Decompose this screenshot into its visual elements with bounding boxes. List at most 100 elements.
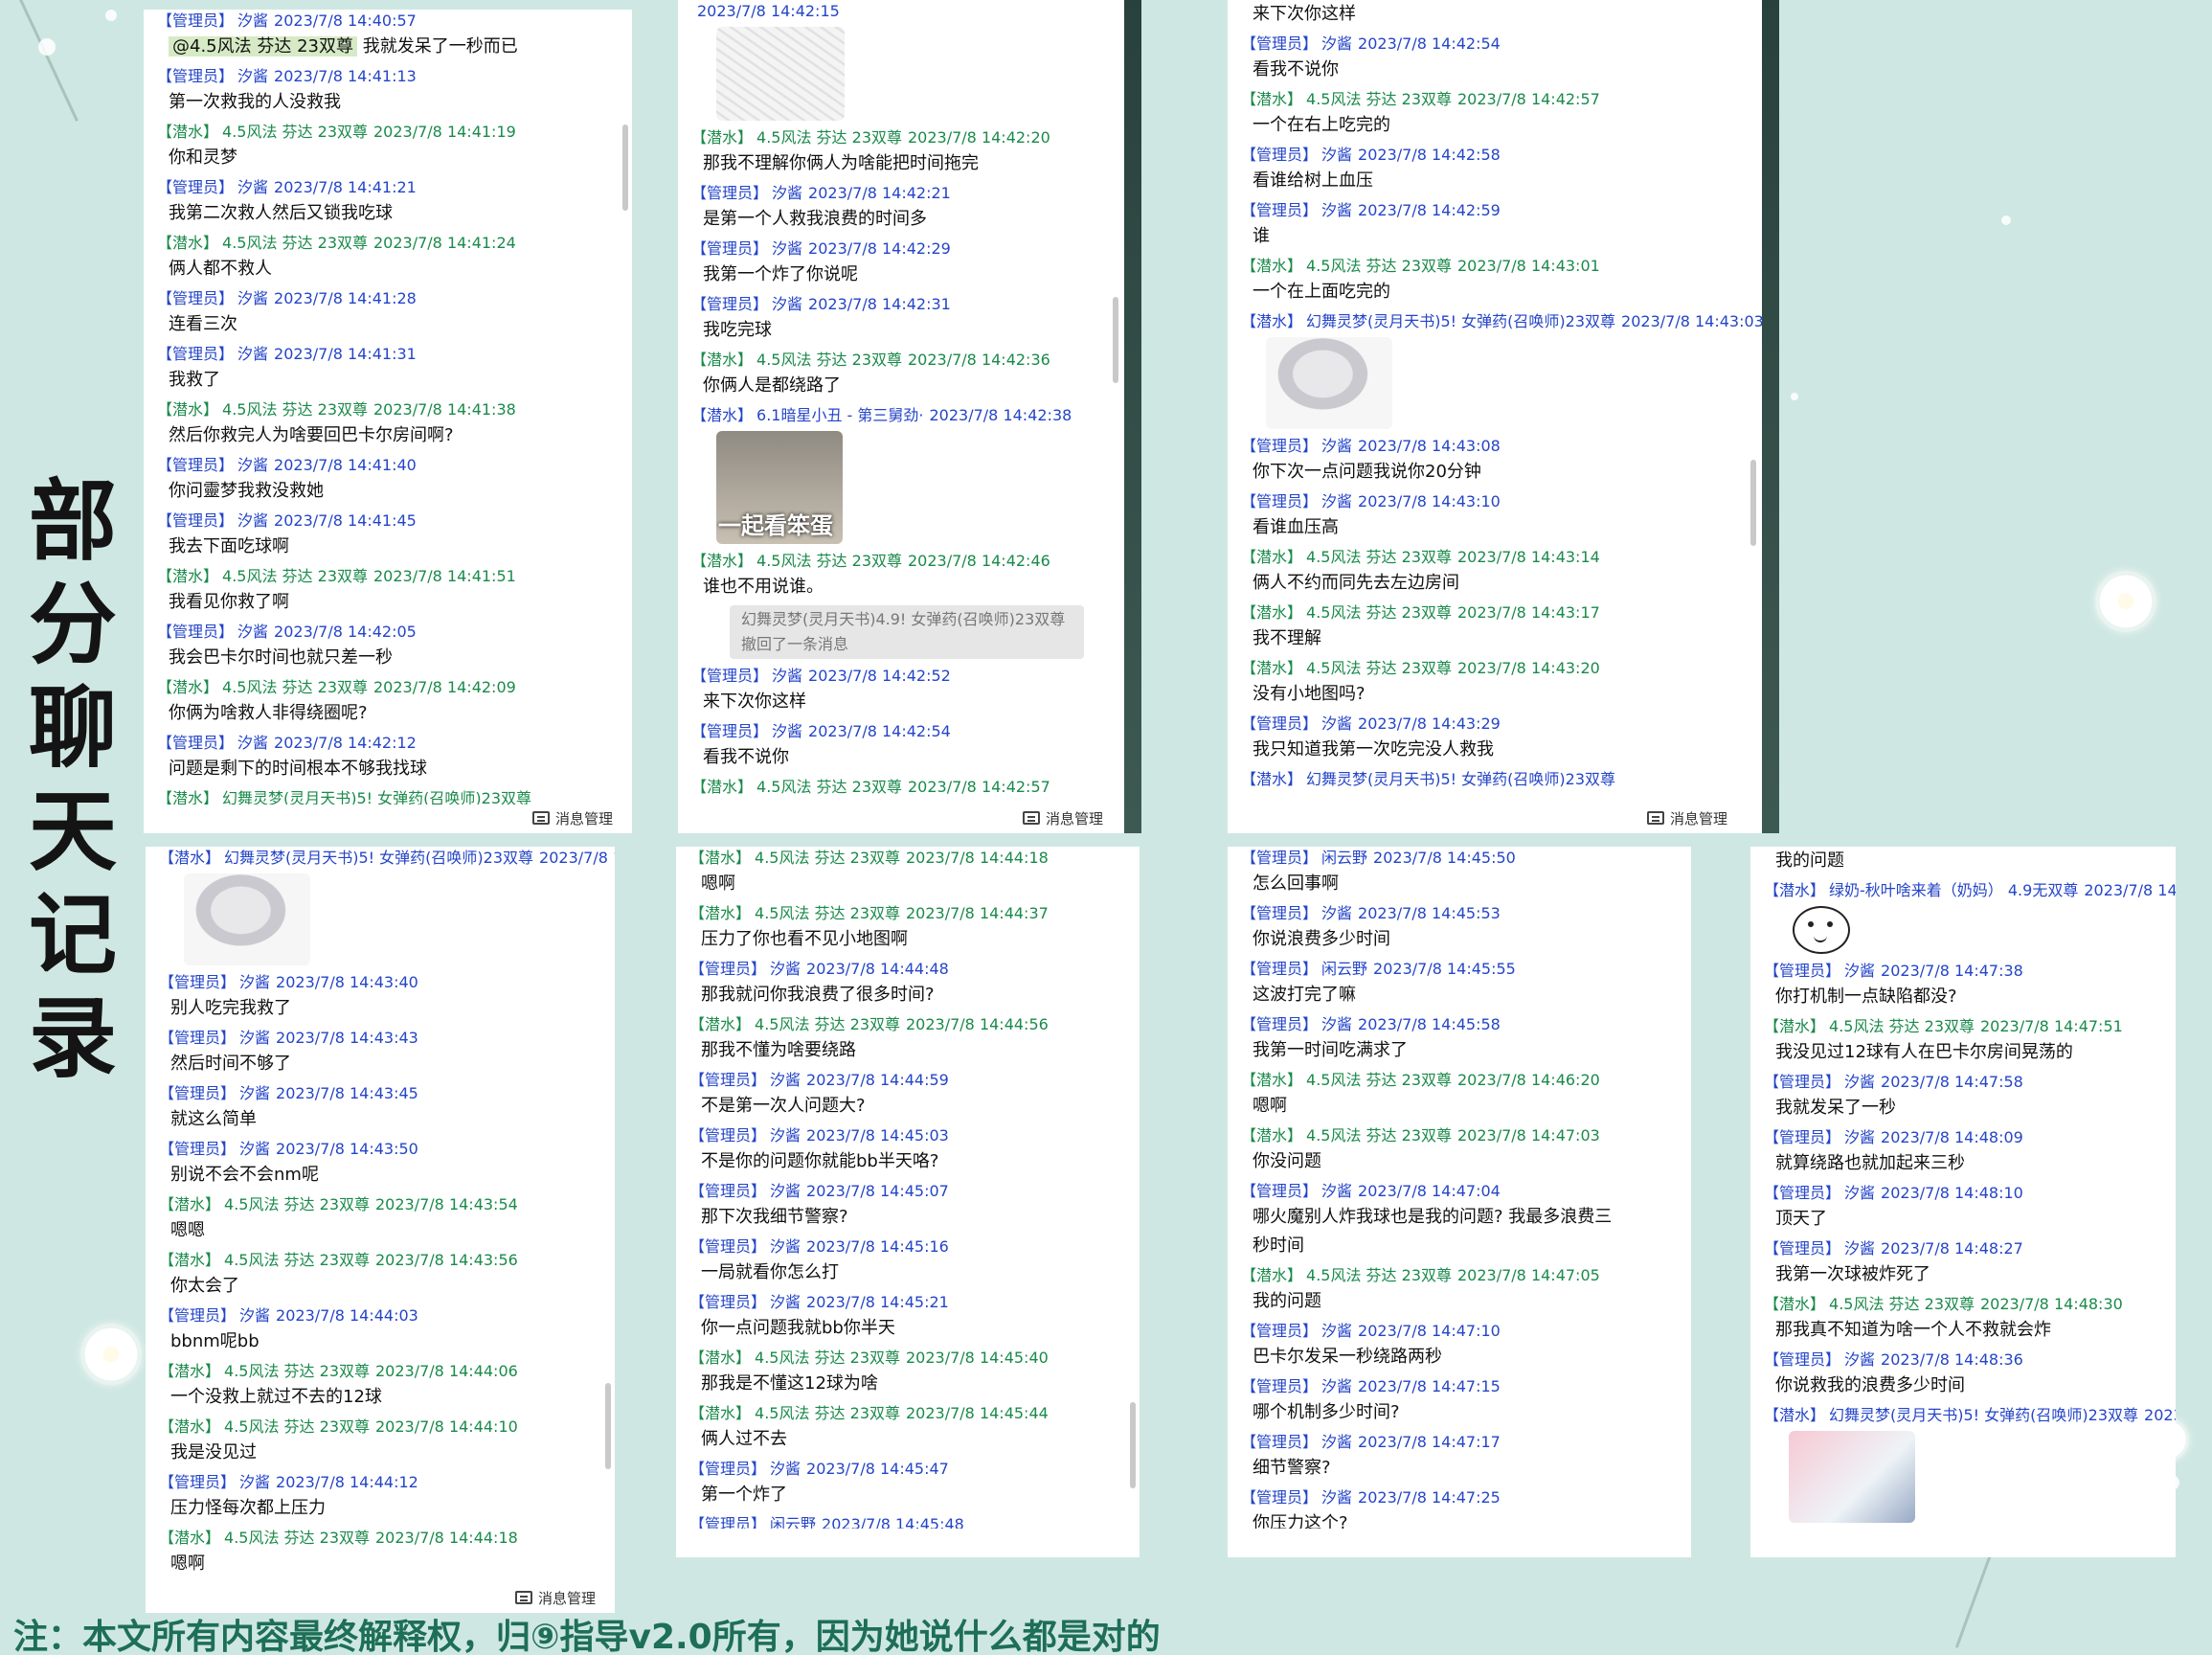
chat-message[interactable]: 【管理员】 汐酱 2023/7/8 14:48:36 你说救我的浪费多少时间 <box>1764 1349 2176 1400</box>
chat-message[interactable]: 【潜水】 4.5风法 芬达 23双尊 2023/7/8 14:44:06 一个没救上就… <box>159 1360 615 1412</box>
chat-message[interactable]: 【潜水】 4.5风法 芬达 23双尊 2023/7/8 14:44:37 压力了你也看… <box>689 902 1140 954</box>
chat-message[interactable]: 【潜水】 4.5风法 芬达 23双尊 2023/7/8 14:44:18 嗯啊 <box>689 847 1140 898</box>
message-manage-button[interactable]: 消息管理 <box>1646 806 1727 829</box>
chat-message[interactable]: 【管理员】 汐酱 2023/7/8 14:41:21 我第二次救人然后又锁我吃球 <box>157 176 632 228</box>
sender-name[interactable]: 汐酱 <box>1844 1239 1875 1258</box>
sender-name[interactable]: 汐酱 <box>1321 1377 1352 1395</box>
chat-message[interactable]: 【潜水】 4.5风法 芬达 23双尊 2023/7/8 14:47:03 你没问题 <box>1241 1124 1691 1176</box>
sender-name[interactable]: 汐酱 <box>1321 1182 1352 1200</box>
chat-message[interactable]: 2023/7/8 14:42:15 <box>691 0 1124 121</box>
chat-message[interactable]: 【管理员】 汐酱 2023/7/8 14:47:58 我就发呆了一秒 <box>1764 1071 2176 1122</box>
chat-message[interactable]: 【管理员】 汐酱 2023/7/8 14:44:48 那我就问你我浪费了很多时间? <box>689 958 1140 1009</box>
sender-name[interactable]: 4.5风法 芬达 23双尊 <box>1306 1071 1452 1089</box>
chat-log[interactable]: 【管理员】 汐酱 2023/7/8 14:40:57 @4.5风法 芬达 23双尊 我… <box>144 10 632 805</box>
sender-name[interactable]: 4.5风法 芬达 23双尊 <box>1306 548 1452 566</box>
chat-message[interactable]: 【管理员】 汐酱 2023/7/8 14:41:28 连看三次 <box>157 287 632 339</box>
sender-name[interactable]: 汐酱 <box>237 178 268 196</box>
sender-name[interactable]: 汐酱 <box>1844 1184 1875 1202</box>
sender-name[interactable]: 汐酱 <box>237 67 268 85</box>
chat-message[interactable]: 【管理员】 汐酱 2023/7/8 14:45:58 我第一时间吃满求了 <box>1241 1013 1691 1065</box>
chat-message[interactable]: 我的问题 <box>1764 847 2176 875</box>
sticker-image[interactable] <box>1789 1431 1915 1523</box>
sender-name[interactable]: 4.5风法 芬达 23双尊 <box>1306 90 1452 108</box>
chat-message[interactable]: 【潜水】 4.5风法 芬达 23双尊 2023/7/8 14:45:40 那我是不懂这… <box>689 1347 1140 1398</box>
sender-name[interactable]: 汐酱 <box>772 667 802 685</box>
sender-name[interactable]: 4.5风法 芬达 23双尊 <box>1306 257 1452 275</box>
chat-message[interactable]: 【管理员】 汐酱 2023/7/8 14:42:29 我第一个炸了你说呢 <box>691 238 1124 289</box>
sticker-image[interactable] <box>184 873 310 965</box>
sender-name[interactable]: 4.5风法 芬达 23双尊 <box>222 400 368 419</box>
chat-message[interactable]: 【管理员】 汐酱 2023/7/8 14:48:10 顶天了 <box>1764 1182 2176 1234</box>
sender-name[interactable]: 汐酱 <box>1321 1322 1352 1340</box>
sender-name[interactable]: 4.5风法 芬达 23双尊 <box>755 904 900 922</box>
chat-panel-4[interactable]: 【潜水】幻舞灵梦(灵月天书)5! 女弹药(召唤师)23双尊2023/7/8 14… <box>146 847 615 1613</box>
sender-name[interactable]: 汐酱 <box>237 623 268 641</box>
message-manage-button[interactable]: 消息管理 <box>531 806 613 829</box>
sender-name[interactable]: 汐酱 <box>239 1473 270 1491</box>
chat-message[interactable]: 【潜水】 4.5风法 芬达 23双尊 2023/7/8 14:44:18 嗯啊 <box>159 1527 615 1578</box>
sender-name[interactable]: 4.5风法 芬达 23双尊 <box>756 552 902 570</box>
sender-name[interactable]: 汐酱 <box>1321 492 1352 510</box>
sender-name[interactable]: 汐酱 <box>770 1460 801 1478</box>
sender-name[interactable]: 汐酱 <box>770 1071 801 1089</box>
chat-message[interactable]: 【潜水】 4.5风法 芬达 23双尊 2023/7/8 14:41:19 你和灵梦 <box>157 121 632 172</box>
chat-message[interactable]: 【管理员】 汐酱 2023/7/8 14:42:21 是第一个人救我浪费的时间多 <box>691 182 1124 234</box>
chat-message[interactable]: 【潜水】 4.5风法 芬达 23双尊 2023/7/8 14:42:46 谁也不用说谁… <box>691 550 1124 659</box>
sender-name[interactable]: 汐酱 <box>770 1237 801 1256</box>
sender-name[interactable]: 幻舞灵梦(灵月天书)5! 女弹药(召唤师)23双尊 <box>1306 312 1615 330</box>
chat-message[interactable]: 【管理员】 汐酱 2023/7/8 14:42:52 来下次你这样 <box>691 665 1124 716</box>
chat-message[interactable]: 【潜水】 4.5风法 芬达 23双尊 2023/7/8 14:43:17 我不理解 <box>1241 601 1762 653</box>
scrollbar[interactable] <box>605 1383 611 1469</box>
sender-name[interactable]: 汐酱 <box>237 11 268 30</box>
sender-name[interactable]: 4.5风法 芬达 23双尊 <box>756 351 902 369</box>
sender-name[interactable]: 汐酱 <box>1321 201 1352 219</box>
sender-name[interactable]: 幻舞灵梦(灵月天书)5! 女弹药(召唤师)23双尊 <box>1306 770 1615 788</box>
chat-message[interactable]: 【潜水】 幻舞灵梦(灵月天书)5! 女弹药(召唤师)23双尊 <box>1241 768 1762 791</box>
chat-message[interactable]: 【管理员】 汐酱 2023/7/8 14:45:21 你一点问题我就bb你半天 <box>689 1291 1140 1343</box>
sender-name[interactable]: 汐酱 <box>1321 146 1352 164</box>
sender-name[interactable]: 4.5风法 芬达 23双尊 <box>1306 1266 1452 1284</box>
chat-message[interactable]: 【潜水】 4.5风法 芬达 23双尊 2023/7/8 14:41:38 然后你救完人… <box>157 398 632 450</box>
sender-name[interactable]: 4.5风法 芬达 23双尊 <box>1829 1017 1975 1035</box>
chat-message[interactable]: 【管理员】 汐酱 2023/7/8 14:43:29 我只知道我第一次吃完没人救我 <box>1241 713 1762 764</box>
sender-name[interactable]: 汐酱 <box>1844 1128 1875 1146</box>
sender-name[interactable]: 汐酱 <box>239 1029 270 1047</box>
chat-message[interactable]: 【管理员】 闲云野 2023/7/8 14:45:50 怎么回事啊 <box>1241 847 1691 898</box>
chat-log[interactable]: 【潜水】幻舞灵梦(灵月天书)5! 女弹药(召唤师)23双尊2023/7/8 14… <box>146 847 615 1584</box>
sender-name[interactable]: 汐酱 <box>237 734 268 752</box>
chat-message[interactable]: 【管理员】 汐酱 2023/7/8 14:48:09 就算绕路也就加起来三秒 <box>1764 1126 2176 1178</box>
chat-message[interactable]: 【管理员】 汐酱 2023/7/8 14:47:04 哪火魔别人炸我球也是我的问题? … <box>1241 1180 1691 1260</box>
sender-name[interactable]: 4.5风法 芬达 23双尊 <box>222 678 368 696</box>
sender-name[interactable]: 汐酱 <box>770 960 801 978</box>
chat-message[interactable]: 【管理员】 汐酱 2023/7/8 14:42:58 看谁给树上血压 <box>1241 144 1762 195</box>
sender-name[interactable]: 汐酱 <box>1321 437 1352 455</box>
chat-message[interactable]: 【管理员】 汐酱 2023/7/8 14:45:53 你说浪费多少时间 <box>1241 902 1691 954</box>
chat-message[interactable]: 【管理员】 汐酱 2023/7/8 14:47:15 哪个机制多少时间? <box>1241 1375 1691 1427</box>
chat-message[interactable]: 【管理员】 汐酱 2023/7/8 14:41:45 我去下面吃球啊 <box>157 510 632 561</box>
chat-panel-7[interactable]: 我的问题【潜水】绿奶-秋叶啥来着（奶妈） 4.9无双尊2023/7/8 14:4… <box>1750 847 2176 1557</box>
chat-message[interactable]: 【管理员】 汐酱 2023/7/8 14:45:03 不是你的问题你就能bb半天咯? <box>689 1124 1140 1176</box>
sender-name[interactable]: 汐酱 <box>237 456 268 474</box>
chat-message[interactable]: 【管理员】 汐酱 2023/7/8 14:43:50 别说不会不会nm呢 <box>159 1138 615 1190</box>
chat-message[interactable]: 【管理员】 汐酱 2023/7/8 14:41:13 第一次救我的人没救我 <box>157 65 632 117</box>
sticker-image[interactable] <box>716 27 845 121</box>
sender-name[interactable]: 汐酱 <box>1844 1073 1875 1091</box>
chat-panel-6[interactable]: 【管理员】 闲云野 2023/7/8 14:45:50 怎么回事啊 【管理员】 汐酱 202… <box>1228 847 1691 1557</box>
sender-name[interactable]: 汐酱 <box>770 1126 801 1145</box>
sender-name[interactable]: 4.5风法 芬达 23双尊 <box>222 123 368 141</box>
sender-name[interactable]: 汐酱 <box>239 973 270 991</box>
chat-message[interactable]: 【管理员】 汐酱 2023/7/8 14:42:54 看我不说你 <box>1241 33 1762 84</box>
sender-name[interactable]: 闲云野 <box>1321 960 1367 978</box>
chat-message[interactable]: 【潜水】幻舞灵梦(灵月天书)5! 女弹药(召唤师)23双尊 2023/7/8 14… <box>1764 1404 2176 1523</box>
chat-message[interactable]: 【管理员】 汐酱 2023/7/8 14:43:40 别人吃完我救了 <box>159 971 615 1023</box>
sticker-image[interactable] <box>1793 906 1850 954</box>
sender-name[interactable]: 汐酱 <box>1321 714 1352 733</box>
sender-name[interactable]: 4.5风法 芬达 23双尊 <box>224 1362 370 1380</box>
chat-message[interactable]: 【潜水】 4.5风法 芬达 23双尊 2023/7/8 14:44:56 那我不懂为啥… <box>689 1013 1140 1065</box>
sticker-image[interactable] <box>1266 337 1392 429</box>
chat-message[interactable]: 【管理员】 汐酱 2023/7/8 14:41:40 你问靈梦我救没救她 <box>157 454 632 506</box>
chat-message[interactable]: 【管理员】 汐酱 2023/7/8 14:40:57 @4.5风法 芬达 23双尊 我… <box>157 10 632 61</box>
chat-message[interactable]: 【管理员】 汐酱 2023/7/8 14:48:27 我第一次球被炸死了 <box>1764 1237 2176 1289</box>
chat-message[interactable]: 【管理员】 汐酱 2023/7/8 14:45:07 那下次我细节警察? <box>689 1180 1140 1232</box>
chat-message[interactable]: 【潜水】 4.5风法 芬达 23双尊 2023/7/8 14:41:51 我看见你救了… <box>157 565 632 617</box>
